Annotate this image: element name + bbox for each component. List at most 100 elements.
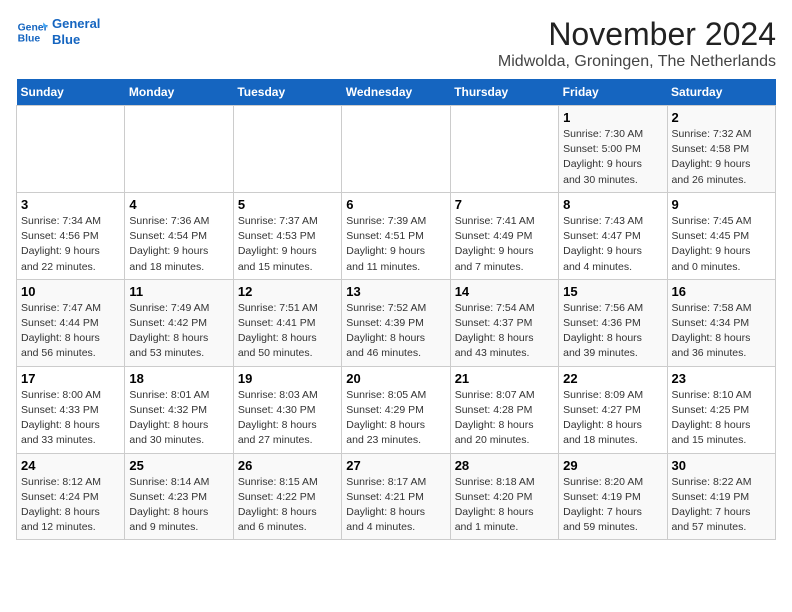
svg-text:Blue: Blue bbox=[18, 34, 41, 45]
day-number: 26 bbox=[238, 458, 337, 473]
calendar-cell: 30 Sunrise: 8:22 AM Sunset: 4:19 PM Dayli… bbox=[667, 453, 775, 540]
day-number: 28 bbox=[455, 458, 554, 473]
calendar-cell: 28 Sunrise: 8:18 AM Sunset: 4:20 PM Dayli… bbox=[450, 453, 558, 540]
calendar-cell: 15Sunrise: 7:56 AM Sunset: 4:36 PM Dayli… bbox=[559, 279, 667, 366]
day-detail: Sunrise: 8:00 AM Sunset: 4:33 PM Dayligh… bbox=[21, 388, 120, 449]
calendar-cell: 24Sunrise: 8:12 AM Sunset: 4:24 PM Dayli… bbox=[17, 453, 125, 540]
calendar-week-row: 17 Sunrise: 8:00 AM Sunset: 4:33 PM Dayli… bbox=[17, 366, 776, 453]
day-number: 7 bbox=[455, 197, 554, 212]
calendar-cell: 22 Sunrise: 8:09 AM Sunset: 4:27 PM Dayli… bbox=[559, 366, 667, 453]
calendar-cell: 20Sunrise: 8:05 AM Sunset: 4:29 PM Dayli… bbox=[342, 366, 450, 453]
calendar-cell: 7 Sunrise: 7:41 AM Sunset: 4:49 PM Daylig… bbox=[450, 192, 558, 279]
day-detail: Sunrise: 7:43 AM Sunset: 4:47 PM Dayligh… bbox=[563, 214, 662, 275]
day-number: 30 bbox=[672, 458, 771, 473]
calendar-cell: 8 Sunrise: 7:43 AM Sunset: 4:47 PM Daylig… bbox=[559, 192, 667, 279]
weekday-header: Tuesday bbox=[233, 79, 341, 106]
day-detail: Sunrise: 7:36 AM Sunset: 4:54 PM Dayligh… bbox=[129, 214, 228, 275]
calendar-cell: 3 Sunrise: 7:34 AM Sunset: 4:56 PM Daylig… bbox=[17, 192, 125, 279]
day-detail: Sunrise: 8:10 AM Sunset: 4:25 PM Dayligh… bbox=[672, 388, 771, 449]
weekday-header: Friday bbox=[559, 79, 667, 106]
calendar-cell: 29 Sunrise: 8:20 AM Sunset: 4:19 PM Dayli… bbox=[559, 453, 667, 540]
calendar-cell: 14Sunrise: 7:54 AM Sunset: 4:37 PM Dayli… bbox=[450, 279, 558, 366]
weekday-header: Monday bbox=[125, 79, 233, 106]
day-number: 14 bbox=[455, 284, 554, 299]
day-detail: Sunrise: 7:47 AM Sunset: 4:44 PM Dayligh… bbox=[21, 301, 120, 362]
weekday-header: Saturday bbox=[667, 79, 775, 106]
day-number: 17 bbox=[21, 371, 120, 386]
calendar-cell: 19 Sunrise: 8:03 AM Sunset: 4:30 PM Dayli… bbox=[233, 366, 341, 453]
day-detail: Sunrise: 8:07 AM Sunset: 4:28 PM Dayligh… bbox=[455, 388, 554, 449]
day-number: 1 bbox=[563, 110, 662, 125]
calendar-cell bbox=[233, 106, 341, 193]
day-detail: Sunrise: 8:01 AM Sunset: 4:32 PM Dayligh… bbox=[129, 388, 228, 449]
calendar-cell: 9Sunrise: 7:45 AM Sunset: 4:45 PM Daylig… bbox=[667, 192, 775, 279]
day-number: 23 bbox=[672, 371, 771, 386]
calendar-cell: 5Sunrise: 7:37 AM Sunset: 4:53 PM Daylig… bbox=[233, 192, 341, 279]
calendar-cell: 23 Sunrise: 8:10 AM Sunset: 4:25 PM Dayli… bbox=[667, 366, 775, 453]
weekday-header-row: SundayMondayTuesdayWednesdayThursdayFrid… bbox=[17, 79, 776, 106]
title-area: November 2024 Midwolda, Groningen, The N… bbox=[498, 16, 776, 71]
calendar-cell: 16Sunrise: 7:58 AM Sunset: 4:34 PM Dayli… bbox=[667, 279, 775, 366]
logo-text: GeneralBlue bbox=[52, 16, 100, 47]
day-number: 8 bbox=[563, 197, 662, 212]
calendar-cell: 12Sunrise: 7:51 AM Sunset: 4:41 PM Dayli… bbox=[233, 279, 341, 366]
calendar-cell: 6Sunrise: 7:39 AM Sunset: 4:51 PM Daylig… bbox=[342, 192, 450, 279]
day-detail: Sunrise: 8:03 AM Sunset: 4:30 PM Dayligh… bbox=[238, 388, 337, 449]
calendar-week-row: 3 Sunrise: 7:34 AM Sunset: 4:56 PM Daylig… bbox=[17, 192, 776, 279]
day-detail: Sunrise: 8:20 AM Sunset: 4:19 PM Dayligh… bbox=[563, 475, 662, 536]
day-detail: Sunrise: 7:58 AM Sunset: 4:34 PM Dayligh… bbox=[672, 301, 771, 362]
day-number: 2 bbox=[672, 110, 771, 125]
calendar-week-row: 24Sunrise: 8:12 AM Sunset: 4:24 PM Dayli… bbox=[17, 453, 776, 540]
calendar-cell: 17 Sunrise: 8:00 AM Sunset: 4:33 PM Dayli… bbox=[17, 366, 125, 453]
calendar-cell: 25 Sunrise: 8:14 AM Sunset: 4:23 PM Dayli… bbox=[125, 453, 233, 540]
calendar-cell: 13 Sunrise: 7:52 AM Sunset: 4:39 PM Dayli… bbox=[342, 279, 450, 366]
calendar-cell: 21Sunrise: 8:07 AM Sunset: 4:28 PM Dayli… bbox=[450, 366, 558, 453]
day-number: 18 bbox=[129, 371, 228, 386]
day-number: 20 bbox=[346, 371, 445, 386]
day-detail: Sunrise: 8:18 AM Sunset: 4:20 PM Dayligh… bbox=[455, 475, 554, 536]
day-detail: Sunrise: 7:32 AM Sunset: 4:58 PM Dayligh… bbox=[672, 127, 771, 188]
calendar-cell: 4 Sunrise: 7:36 AM Sunset: 4:54 PM Daylig… bbox=[125, 192, 233, 279]
weekday-header: Thursday bbox=[450, 79, 558, 106]
calendar-cell: 27Sunrise: 8:17 AM Sunset: 4:21 PM Dayli… bbox=[342, 453, 450, 540]
calendar-cell: 11 Sunrise: 7:49 AM Sunset: 4:42 PM Dayli… bbox=[125, 279, 233, 366]
calendar-cell: 26 Sunrise: 8:15 AM Sunset: 4:22 PM Dayli… bbox=[233, 453, 341, 540]
day-number: 11 bbox=[129, 284, 228, 299]
calendar-cell: 2 Sunrise: 7:32 AM Sunset: 4:58 PM Daylig… bbox=[667, 106, 775, 193]
calendar-cell: 1 Sunrise: 7:30 AM Sunset: 5:00 PM Daylig… bbox=[559, 106, 667, 193]
day-number: 13 bbox=[346, 284, 445, 299]
calendar-cell bbox=[125, 106, 233, 193]
logo: General Blue GeneralBlue bbox=[16, 16, 100, 48]
day-number: 24 bbox=[21, 458, 120, 473]
day-number: 10 bbox=[21, 284, 120, 299]
day-detail: Sunrise: 7:34 AM Sunset: 4:56 PM Dayligh… bbox=[21, 214, 120, 275]
day-detail: Sunrise: 8:15 AM Sunset: 4:22 PM Dayligh… bbox=[238, 475, 337, 536]
calendar-table: SundayMondayTuesdayWednesdayThursdayFrid… bbox=[16, 79, 776, 540]
day-number: 19 bbox=[238, 371, 337, 386]
day-number: 3 bbox=[21, 197, 120, 212]
day-detail: Sunrise: 7:45 AM Sunset: 4:45 PM Dayligh… bbox=[672, 214, 771, 275]
weekday-header: Wednesday bbox=[342, 79, 450, 106]
calendar-week-row: 1 Sunrise: 7:30 AM Sunset: 5:00 PM Daylig… bbox=[17, 106, 776, 193]
day-detail: Sunrise: 7:51 AM Sunset: 4:41 PM Dayligh… bbox=[238, 301, 337, 362]
calendar-cell: 18 Sunrise: 8:01 AM Sunset: 4:32 PM Dayli… bbox=[125, 366, 233, 453]
day-detail: Sunrise: 7:56 AM Sunset: 4:36 PM Dayligh… bbox=[563, 301, 662, 362]
day-number: 25 bbox=[129, 458, 228, 473]
day-detail: Sunrise: 7:41 AM Sunset: 4:49 PM Dayligh… bbox=[455, 214, 554, 275]
calendar-week-row: 10 Sunrise: 7:47 AM Sunset: 4:44 PM Dayli… bbox=[17, 279, 776, 366]
day-detail: Sunrise: 8:09 AM Sunset: 4:27 PM Dayligh… bbox=[563, 388, 662, 449]
calendar-cell bbox=[17, 106, 125, 193]
day-detail: Sunrise: 8:14 AM Sunset: 4:23 PM Dayligh… bbox=[129, 475, 228, 536]
calendar-cell bbox=[342, 106, 450, 193]
day-detail: Sunrise: 7:39 AM Sunset: 4:51 PM Dayligh… bbox=[346, 214, 445, 275]
main-title: November 2024 bbox=[498, 16, 776, 53]
day-number: 4 bbox=[129, 197, 228, 212]
day-detail: Sunrise: 7:49 AM Sunset: 4:42 PM Dayligh… bbox=[129, 301, 228, 362]
day-number: 29 bbox=[563, 458, 662, 473]
day-number: 22 bbox=[563, 371, 662, 386]
logo-icon: General Blue bbox=[16, 16, 48, 48]
day-detail: Sunrise: 7:30 AM Sunset: 5:00 PM Dayligh… bbox=[563, 127, 662, 188]
day-detail: Sunrise: 8:22 AM Sunset: 4:19 PM Dayligh… bbox=[672, 475, 771, 536]
day-detail: Sunrise: 7:52 AM Sunset: 4:39 PM Dayligh… bbox=[346, 301, 445, 362]
header: General Blue GeneralBlue November 2024 M… bbox=[16, 16, 776, 71]
